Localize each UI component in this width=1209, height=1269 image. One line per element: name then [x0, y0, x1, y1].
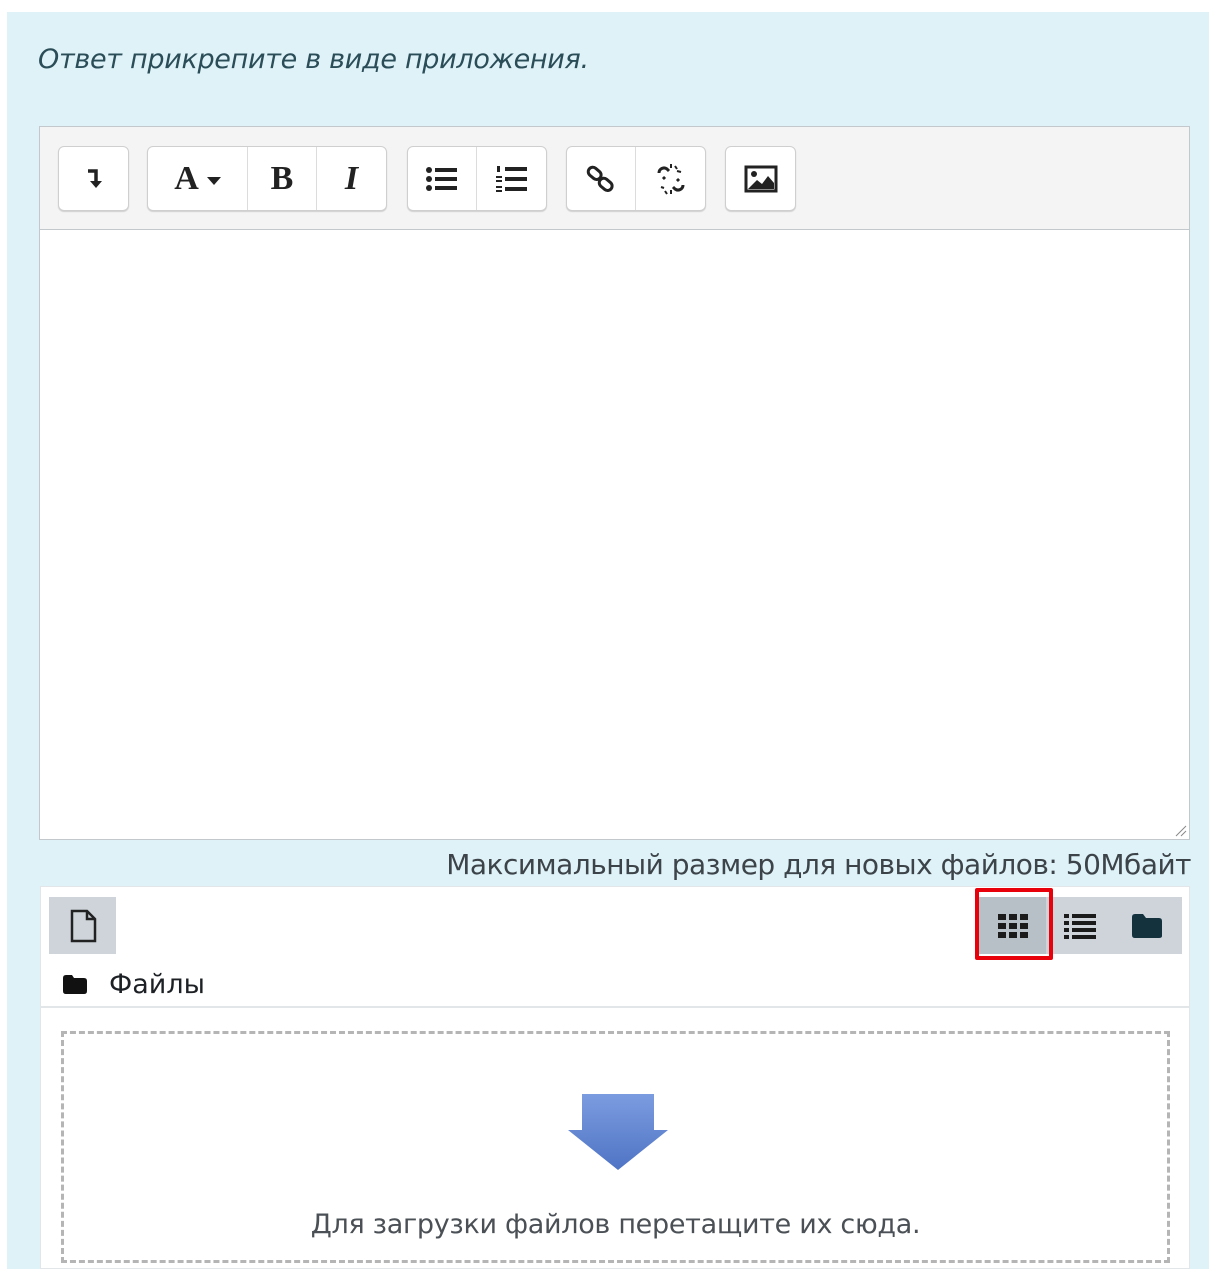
download-arrow-icon [568, 1094, 668, 1170]
toolbar-group-lists [407, 146, 547, 211]
max-file-size-label: Максимальный размер для новых файлов: 50… [446, 848, 1191, 881]
grid-view-highlight-box [975, 888, 1053, 960]
image-icon [744, 165, 777, 192]
collapse-toolbar-button[interactable] [59, 147, 128, 210]
text-editor: A B I [39, 126, 1190, 840]
image-button[interactable] [726, 147, 795, 210]
file-manager: Файлы Для загрузки файлов перетащите их … [40, 886, 1190, 1269]
list-view-button[interactable] [1046, 897, 1113, 954]
toolbar-group-collapse [58, 146, 129, 211]
folder-icon [63, 975, 87, 994]
link-icon [586, 165, 614, 192]
bold-icon: B [270, 159, 294, 197]
divider [41, 1006, 1189, 1008]
unordered-list-button[interactable] [408, 147, 477, 210]
question-instruction: Ответ прикрепите в виде приложения. [38, 44, 589, 75]
ordered-list-icon [495, 165, 527, 192]
unlink-icon [657, 163, 684, 195]
collapse-icon [87, 168, 102, 188]
bold-button[interactable]: B [248, 147, 317, 210]
file-icon [70, 909, 96, 942]
dropzone-text: Для загрузки файлов перетащите их сюда. [310, 1209, 921, 1240]
font-style-icon: A [174, 159, 199, 197]
folder-view-button[interactable] [1113, 897, 1180, 954]
editor-toolbar: A B I [40, 127, 1189, 230]
italic-button[interactable]: I [317, 147, 386, 210]
toolbar-group-media [725, 146, 796, 211]
font-style-button[interactable]: A [148, 147, 248, 210]
resize-grip-icon[interactable] [1175, 825, 1187, 837]
italic-icon: I [344, 159, 359, 197]
add-file-button[interactable] [49, 897, 116, 954]
breadcrumb-files-label[interactable]: Файлы [109, 969, 205, 1000]
folder-view-icon [1131, 913, 1162, 938]
caret-down-icon [206, 176, 221, 185]
editor-content-area[interactable] [40, 230, 1189, 839]
breadcrumb: Файлы [63, 969, 205, 1000]
unordered-list-icon [426, 166, 457, 191]
unlink-button[interactable] [636, 147, 705, 210]
list-view-icon [1063, 913, 1096, 939]
link-button[interactable] [567, 147, 636, 210]
toolbar-group-links [566, 146, 706, 211]
ordered-list-button[interactable] [477, 147, 546, 210]
toolbar-group-text: A B I [147, 146, 387, 211]
file-dropzone[interactable]: Для загрузки файлов перетащите их сюда. [61, 1031, 1170, 1263]
